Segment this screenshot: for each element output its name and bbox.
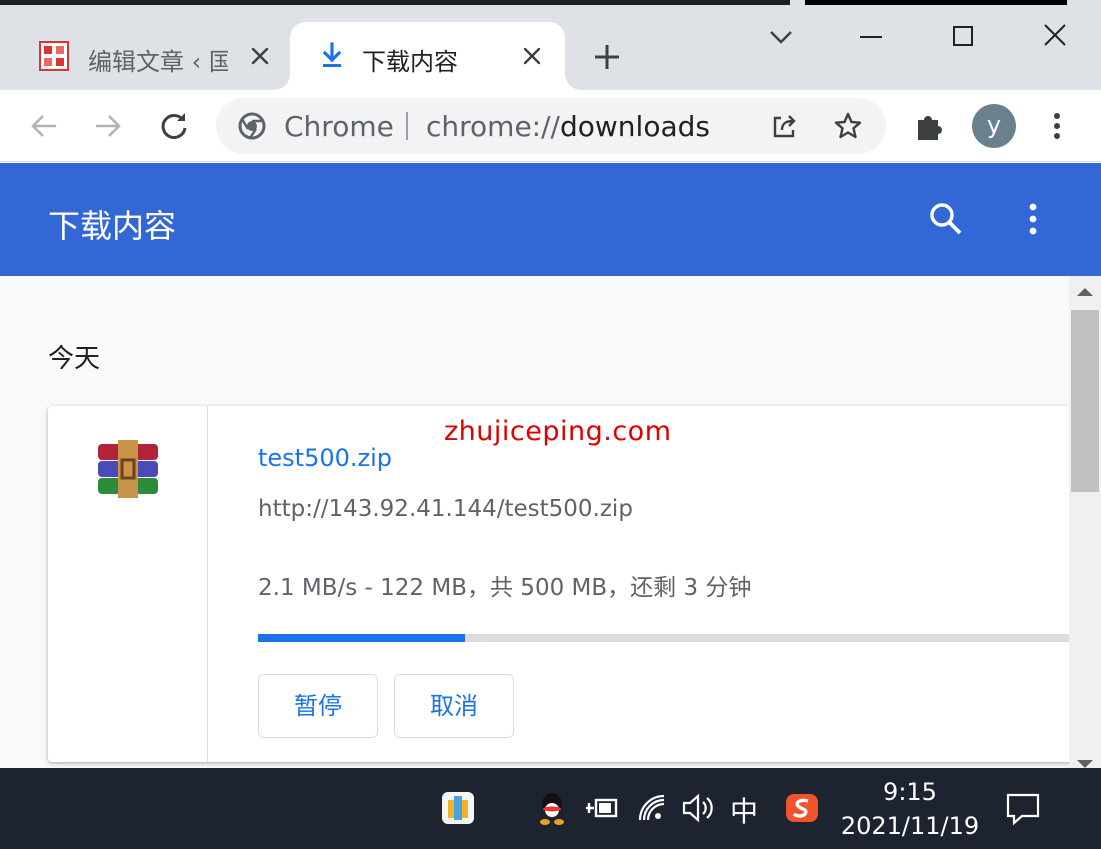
clock-date[interactable]: 2021/11/19 bbox=[838, 812, 982, 840]
power-icon[interactable] bbox=[584, 790, 620, 826]
bookmark-star-icon[interactable] bbox=[832, 110, 864, 142]
chrome-logo-icon bbox=[238, 112, 266, 140]
file-name-link[interactable]: test500.zip bbox=[258, 444, 392, 472]
reload-icon[interactable] bbox=[156, 108, 192, 144]
download-progress-fill bbox=[258, 634, 466, 642]
winrar-tray-icon[interactable] bbox=[440, 790, 476, 826]
pause-button[interactable]: 暂停 bbox=[258, 674, 378, 738]
qq-icon[interactable] bbox=[534, 790, 570, 826]
download-icon bbox=[322, 42, 342, 67]
tab-title: 编辑文章 ‹ 国 bbox=[88, 48, 228, 76]
minimize-icon[interactable] bbox=[848, 20, 894, 54]
volume-icon[interactable] bbox=[680, 790, 716, 826]
close-tab-icon[interactable] bbox=[518, 42, 546, 70]
sogou-icon[interactable] bbox=[784, 790, 820, 826]
maximize-icon[interactable] bbox=[940, 20, 986, 54]
more-options-icon[interactable] bbox=[1018, 201, 1048, 237]
forward-arrow-icon[interactable] bbox=[90, 108, 126, 144]
browser-menu-icon[interactable] bbox=[1042, 108, 1072, 144]
date-heading: 今天 bbox=[48, 344, 101, 374]
tab-strip: 编辑文章 ‹ 国 下载内容 bbox=[0, 0, 1101, 90]
notification-icon[interactable] bbox=[1004, 790, 1042, 828]
url-text[interactable]: chrome://downloads bbox=[426, 110, 710, 143]
address-separator bbox=[406, 112, 408, 140]
window-top-edge bbox=[0, 0, 790, 5]
download-status: 2.1 MB/s - 122 MB，共 500 MB，还剩 3 分钟 bbox=[258, 575, 752, 601]
tab-edit-article[interactable]: 编辑文章 ‹ 国 bbox=[22, 22, 290, 90]
site-favicon-icon bbox=[39, 41, 69, 71]
winrar-archive-icon bbox=[98, 440, 158, 498]
back-arrow-icon[interactable] bbox=[26, 108, 62, 144]
downloads-list: 今天 test500.zip http://143.92.41.144/test… bbox=[0, 276, 1069, 768]
file-icon-column bbox=[48, 406, 208, 762]
tab-title: 下载内容 bbox=[362, 48, 458, 76]
scroll-thumb[interactable] bbox=[1071, 310, 1099, 492]
tab-downloads[interactable]: 下载内容 bbox=[290, 22, 565, 90]
url-scheme: chrome:// bbox=[426, 110, 560, 143]
address-bar[interactable]: Chrome chrome://downloads bbox=[216, 98, 886, 154]
new-tab-plus-icon[interactable] bbox=[590, 40, 624, 74]
close-window-icon[interactable] bbox=[1032, 20, 1078, 54]
clock-time[interactable]: 9:15 bbox=[862, 778, 958, 806]
scroll-up-arrow-icon[interactable] bbox=[1077, 288, 1093, 296]
extensions-puzzle-icon[interactable] bbox=[912, 108, 948, 144]
site-name-chip: Chrome bbox=[284, 110, 394, 143]
close-tab-icon[interactable] bbox=[246, 42, 274, 70]
share-icon[interactable] bbox=[768, 110, 800, 142]
browser-toolbar: Chrome chrome://downloads y bbox=[0, 90, 1101, 162]
page-scrollbar[interactable] bbox=[1069, 276, 1101, 768]
profile-avatar[interactable]: y bbox=[972, 104, 1016, 148]
wifi-icon[interactable] bbox=[634, 790, 670, 826]
page-title: 下载内容 bbox=[48, 207, 177, 245]
downloads-header: 下载内容 bbox=[0, 163, 1101, 276]
cancel-button[interactable]: 取消 bbox=[394, 674, 514, 738]
download-item-card: test500.zip http://143.92.41.144/test500… bbox=[48, 406, 1069, 762]
input-method-indicator[interactable]: 中 bbox=[730, 790, 758, 830]
window-top-edge-dark bbox=[805, 0, 1067, 5]
scroll-down-arrow-icon[interactable] bbox=[1077, 760, 1093, 768]
download-progress-bar bbox=[258, 634, 1069, 642]
windows-taskbar: 中 9:15 2021/11/19 bbox=[0, 768, 1101, 849]
search-icon[interactable] bbox=[928, 201, 964, 237]
file-source-url[interactable]: http://143.92.41.144/test500.zip bbox=[258, 496, 633, 522]
watermark-text: zhujiceping.com bbox=[444, 416, 672, 447]
url-path: downloads bbox=[559, 110, 710, 143]
tab-search-chevron-icon[interactable] bbox=[758, 20, 804, 54]
